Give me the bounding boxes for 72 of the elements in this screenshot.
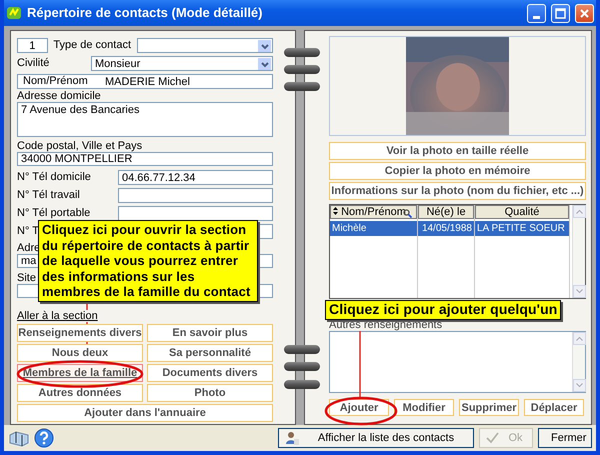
maximize-button[interactable]	[551, 4, 570, 22]
section-button[interactable]: Documents divers	[147, 364, 273, 382]
civility-select[interactable]: Monsieur	[91, 56, 273, 71]
name-field[interactable]: Nom/Prénom MADERIE Michel	[17, 74, 273, 89]
field-label: N° T	[17, 226, 39, 237]
minimize-button[interactable]	[527, 4, 546, 22]
photo-button[interactable]: Voir la photo en taille réelle	[329, 142, 586, 160]
scroll-down-button[interactable]	[573, 285, 586, 298]
section-button[interactable]: Autres données	[17, 384, 143, 402]
caret-up-icon	[576, 336, 583, 341]
caret-down-icon	[576, 289, 583, 294]
field-label: Civilité	[17, 58, 50, 69]
column-header[interactable]: Qualité	[475, 205, 569, 219]
field-label: Type de contact	[53, 40, 132, 51]
minimize-icon	[533, 16, 540, 18]
type-select[interactable]	[137, 38, 273, 53]
table-cell[interactable]: 14/05/1988	[418, 221, 474, 236]
table-cell[interactable]: Michèle	[330, 221, 417, 236]
person-icon	[285, 431, 299, 445]
sort-icon	[333, 207, 338, 215]
photo-button[interactable]: Copier la photo en mémoire	[329, 162, 586, 180]
binder-ring	[284, 65, 320, 74]
table-cell[interactable]: LA PETITE SOEUR	[475, 221, 569, 236]
app-icon	[6, 5, 22, 21]
window-title: Répertoire de contacts (Mode détaillé)	[27, 7, 264, 19]
maximize-icon	[555, 8, 566, 18]
text-field[interactable]: 34000 MONTPELLIER	[17, 152, 273, 166]
close-icon	[579, 8, 590, 18]
action-button[interactable]: Déplacer	[524, 399, 584, 416]
hint-tooltip: Cliquez ici pour ouvrir la section du répertoire de contacts à partir de laquelle vous pourrez entrer des informations sur les membres de la famille du contact	[38, 220, 258, 302]
check-icon	[486, 432, 499, 444]
phone-field[interactable]	[118, 206, 273, 221]
field-label: N° Tél portable	[17, 208, 90, 219]
section-button[interactable]: Nous deux	[17, 344, 143, 362]
binder-ring	[284, 345, 320, 354]
caret-down-icon	[576, 383, 583, 388]
caret-up-icon	[576, 209, 583, 214]
section-button[interactable]: Renseignements divers	[17, 324, 143, 342]
section-link[interactable]: Aller à la section	[17, 310, 98, 322]
column-header[interactable]: Né(e) le	[418, 205, 474, 219]
section-button[interactable]: Sa personnalité	[147, 344, 273, 362]
field-label: Nom/Prénom	[22, 76, 89, 87]
section-button[interactable]: Membres de la famille	[17, 364, 143, 382]
field-label: Code postal, Ville et Pays	[17, 141, 142, 152]
field-label: N° Tél domicile	[17, 172, 91, 183]
help-icon	[34, 428, 54, 448]
photo-button[interactable]: Informations sur la photo (nom du fichier, etc ...)	[329, 182, 586, 200]
binder-ring	[284, 380, 320, 389]
notes-field[interactable]	[329, 331, 586, 393]
phone-field[interactable]: 04.66.77.12.34	[118, 170, 273, 185]
scroll-up-button[interactable]	[573, 205, 586, 218]
book-icon	[8, 429, 30, 447]
binder-ring	[284, 362, 320, 371]
footer-button[interactable]: Fermer	[538, 428, 592, 448]
address-field[interactable]: 7 Avenue des Bancaries	[17, 102, 273, 137]
footer-button[interactable]: Afficher la liste des contacts	[278, 428, 474, 448]
field-label: Site	[17, 273, 36, 284]
field-label: Adresse domicile	[17, 91, 101, 102]
section-button[interactable]: En savoir plus	[147, 324, 273, 342]
phone-field[interactable]	[118, 188, 273, 203]
action-button[interactable]: Modifier	[394, 399, 454, 416]
binder-ring	[284, 48, 320, 57]
hint-tooltip: Cliquez ici pour ajouter quelqu'un	[325, 300, 562, 320]
section-button[interactable]: Photo	[147, 384, 273, 402]
scroll-down-button[interactable]	[573, 379, 586, 392]
close-button[interactable]	[575, 4, 594, 22]
scroll-up-button[interactable]	[573, 332, 586, 345]
field-label: N° Tél travail	[17, 190, 80, 201]
binder-ring	[284, 82, 320, 91]
number-field[interactable]: 1	[17, 38, 48, 53]
section-button[interactable]: Ajouter dans l'annuaire	[17, 404, 273, 422]
action-button[interactable]: Supprimer	[459, 399, 519, 416]
